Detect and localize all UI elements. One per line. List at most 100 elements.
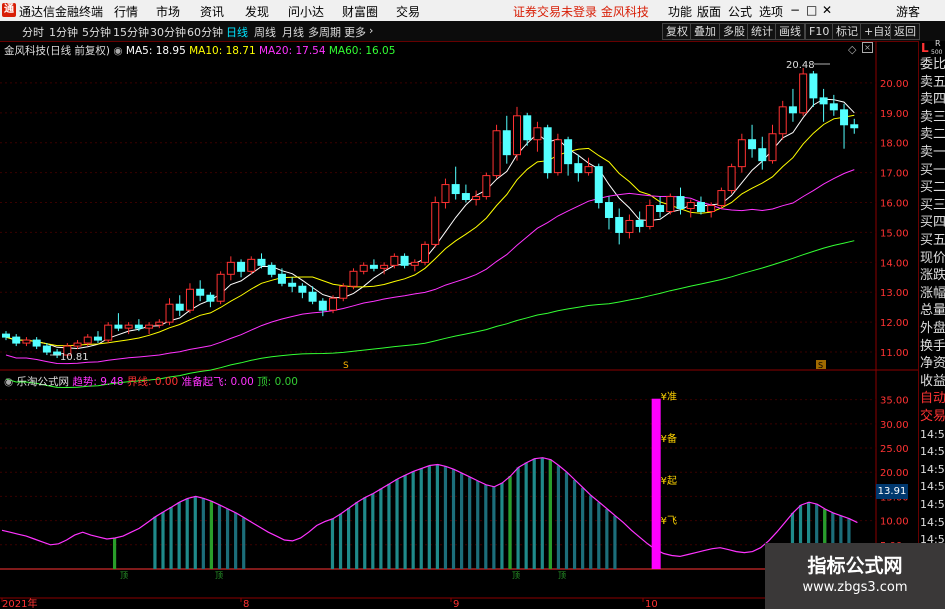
sidebar-top-l[interactable]: L — [921, 41, 929, 55]
ma5-label: MA5: 18.95 — [125, 45, 186, 57]
sub-y-tick-label: 20.00 — [880, 468, 909, 479]
close-pane-icon[interactable]: × — [862, 42, 873, 53]
candle-body — [788, 106, 797, 114]
settings-icon[interactable]: ◉ — [4, 376, 13, 388]
candle-body — [369, 264, 378, 269]
candle-body — [216, 273, 225, 302]
candle-body — [73, 342, 82, 347]
indicator-bar — [371, 493, 375, 569]
top-marks: 顶顶顶顶 — [120, 571, 566, 580]
event-mark: S — [818, 361, 823, 370]
y-tick-label: 16.00 — [880, 199, 909, 210]
indicator-bar — [451, 469, 456, 569]
sidebar-top-r[interactable]: R — [935, 39, 941, 48]
candle-body — [155, 321, 164, 326]
signal-bar — [651, 398, 661, 569]
candle-body — [778, 106, 787, 135]
indicator-bar — [516, 467, 520, 569]
ma-line — [5, 114, 855, 347]
indicator-bar — [468, 477, 472, 569]
candle-body — [104, 324, 113, 341]
candle-body — [410, 261, 419, 266]
indicator-bar — [564, 472, 569, 569]
top-mark: 顶 — [215, 571, 223, 580]
candle-body — [656, 205, 665, 212]
indicator-bar — [589, 495, 593, 569]
signal-label: ¥备 — [661, 432, 677, 445]
candle-body — [42, 345, 51, 353]
candle-body — [819, 97, 828, 105]
indicator-bar — [225, 509, 230, 569]
signal-label: ¥准 — [661, 391, 677, 403]
candle-body — [175, 303, 184, 311]
indicator-bar — [419, 468, 423, 569]
event-mark: S — [343, 361, 349, 371]
candle-body — [298, 285, 307, 293]
x-axis-label: 9 — [453, 599, 459, 609]
candle-body — [93, 336, 102, 341]
candle-body — [840, 109, 849, 126]
sub-y-axis-ticks: 35.0030.0025.0020.0015.0010.005.00 — [880, 396, 909, 552]
candle-body — [277, 273, 286, 284]
high-price-label: 20.48 — [786, 60, 815, 71]
indicator-bar — [242, 517, 246, 569]
chart-canvas[interactable]: 20.00 19.00 18.00 17.00 16.00 15.00 14.00 13.00… — [0, 0, 918, 609]
sub-y-tick-label: 25.00 — [880, 444, 909, 455]
candle-body — [400, 255, 409, 266]
indicator-bar — [403, 475, 407, 569]
indicator-bar — [387, 483, 391, 569]
indicator-bar — [347, 508, 351, 569]
indicator-bar — [435, 464, 439, 569]
candle-body — [625, 219, 634, 233]
candle-body — [768, 133, 777, 162]
y-axis-ticks: 20.00 19.00 18.00 17.00 16.00 15.00 14.00 13.00… — [880, 79, 909, 359]
diamond-icon[interactable]: ◇ — [848, 43, 856, 56]
candle-body — [461, 193, 470, 201]
indicator-bar — [161, 511, 165, 569]
indicator-bar — [169, 507, 173, 569]
candle-body — [318, 300, 327, 311]
indicator-bar — [395, 479, 399, 569]
candle-body — [748, 139, 757, 150]
candle-body — [737, 139, 746, 168]
watermark-url: www.zbgs3.com — [802, 580, 908, 595]
indicator-bar — [443, 466, 448, 569]
stock-title[interactable]: 金风科技(日线 前复权) — [4, 45, 110, 57]
indicator-bar — [500, 482, 504, 569]
indicator-bar — [556, 465, 561, 569]
indicator-bar — [355, 502, 359, 569]
top-mark: 顶 — [558, 571, 566, 580]
candle-body — [615, 216, 624, 233]
top-bar — [112, 538, 117, 569]
candle-body — [492, 130, 501, 177]
candle-body — [553, 139, 562, 174]
candle-body — [686, 202, 695, 210]
candle-body — [574, 163, 583, 174]
candle-body — [533, 127, 542, 141]
top-label: 顶: 0.00 — [257, 376, 298, 388]
x-axis-labels: 2021年 8 9 10 — [1, 597, 658, 609]
top-bar — [548, 459, 552, 569]
settings-icon[interactable]: ◉ — [113, 45, 122, 57]
candle-body — [727, 166, 736, 192]
candle-body — [696, 202, 705, 212]
signal-label: ¥起 — [661, 475, 677, 487]
candle-body — [2, 333, 10, 338]
low-price-label: 10.81 — [60, 352, 89, 363]
indicator-bar — [363, 497, 367, 569]
watermark: 指标公式网 www.zbgs3.com — [765, 543, 945, 609]
quote-sidebar: L R 500 委比 卖五 卖四 卖三 卖二 卖一 买一 买二 买三 买四 买五 现价 涨跌 涨幅 总量 外盘… — [918, 39, 945, 609]
indicator-bar — [193, 496, 197, 569]
candle-body — [165, 303, 174, 323]
indicator-bar — [338, 513, 343, 569]
candle-body — [564, 139, 573, 165]
ma10-label: MA10: 18.71 — [189, 45, 256, 57]
candle-body — [134, 324, 143, 329]
ma20-label: MA20: 17.54 — [258, 45, 326, 57]
candle-body — [288, 282, 297, 287]
candle-body — [431, 202, 440, 245]
candle-body — [114, 324, 123, 329]
indicator-bar — [379, 488, 383, 569]
indicator-title[interactable]: 乐淘公式网 — [17, 376, 70, 388]
main-chart-legend: 金风科技(日线 前复权) ◉ MA5: 18.95 MA10: 18.71 MA… — [4, 43, 395, 58]
